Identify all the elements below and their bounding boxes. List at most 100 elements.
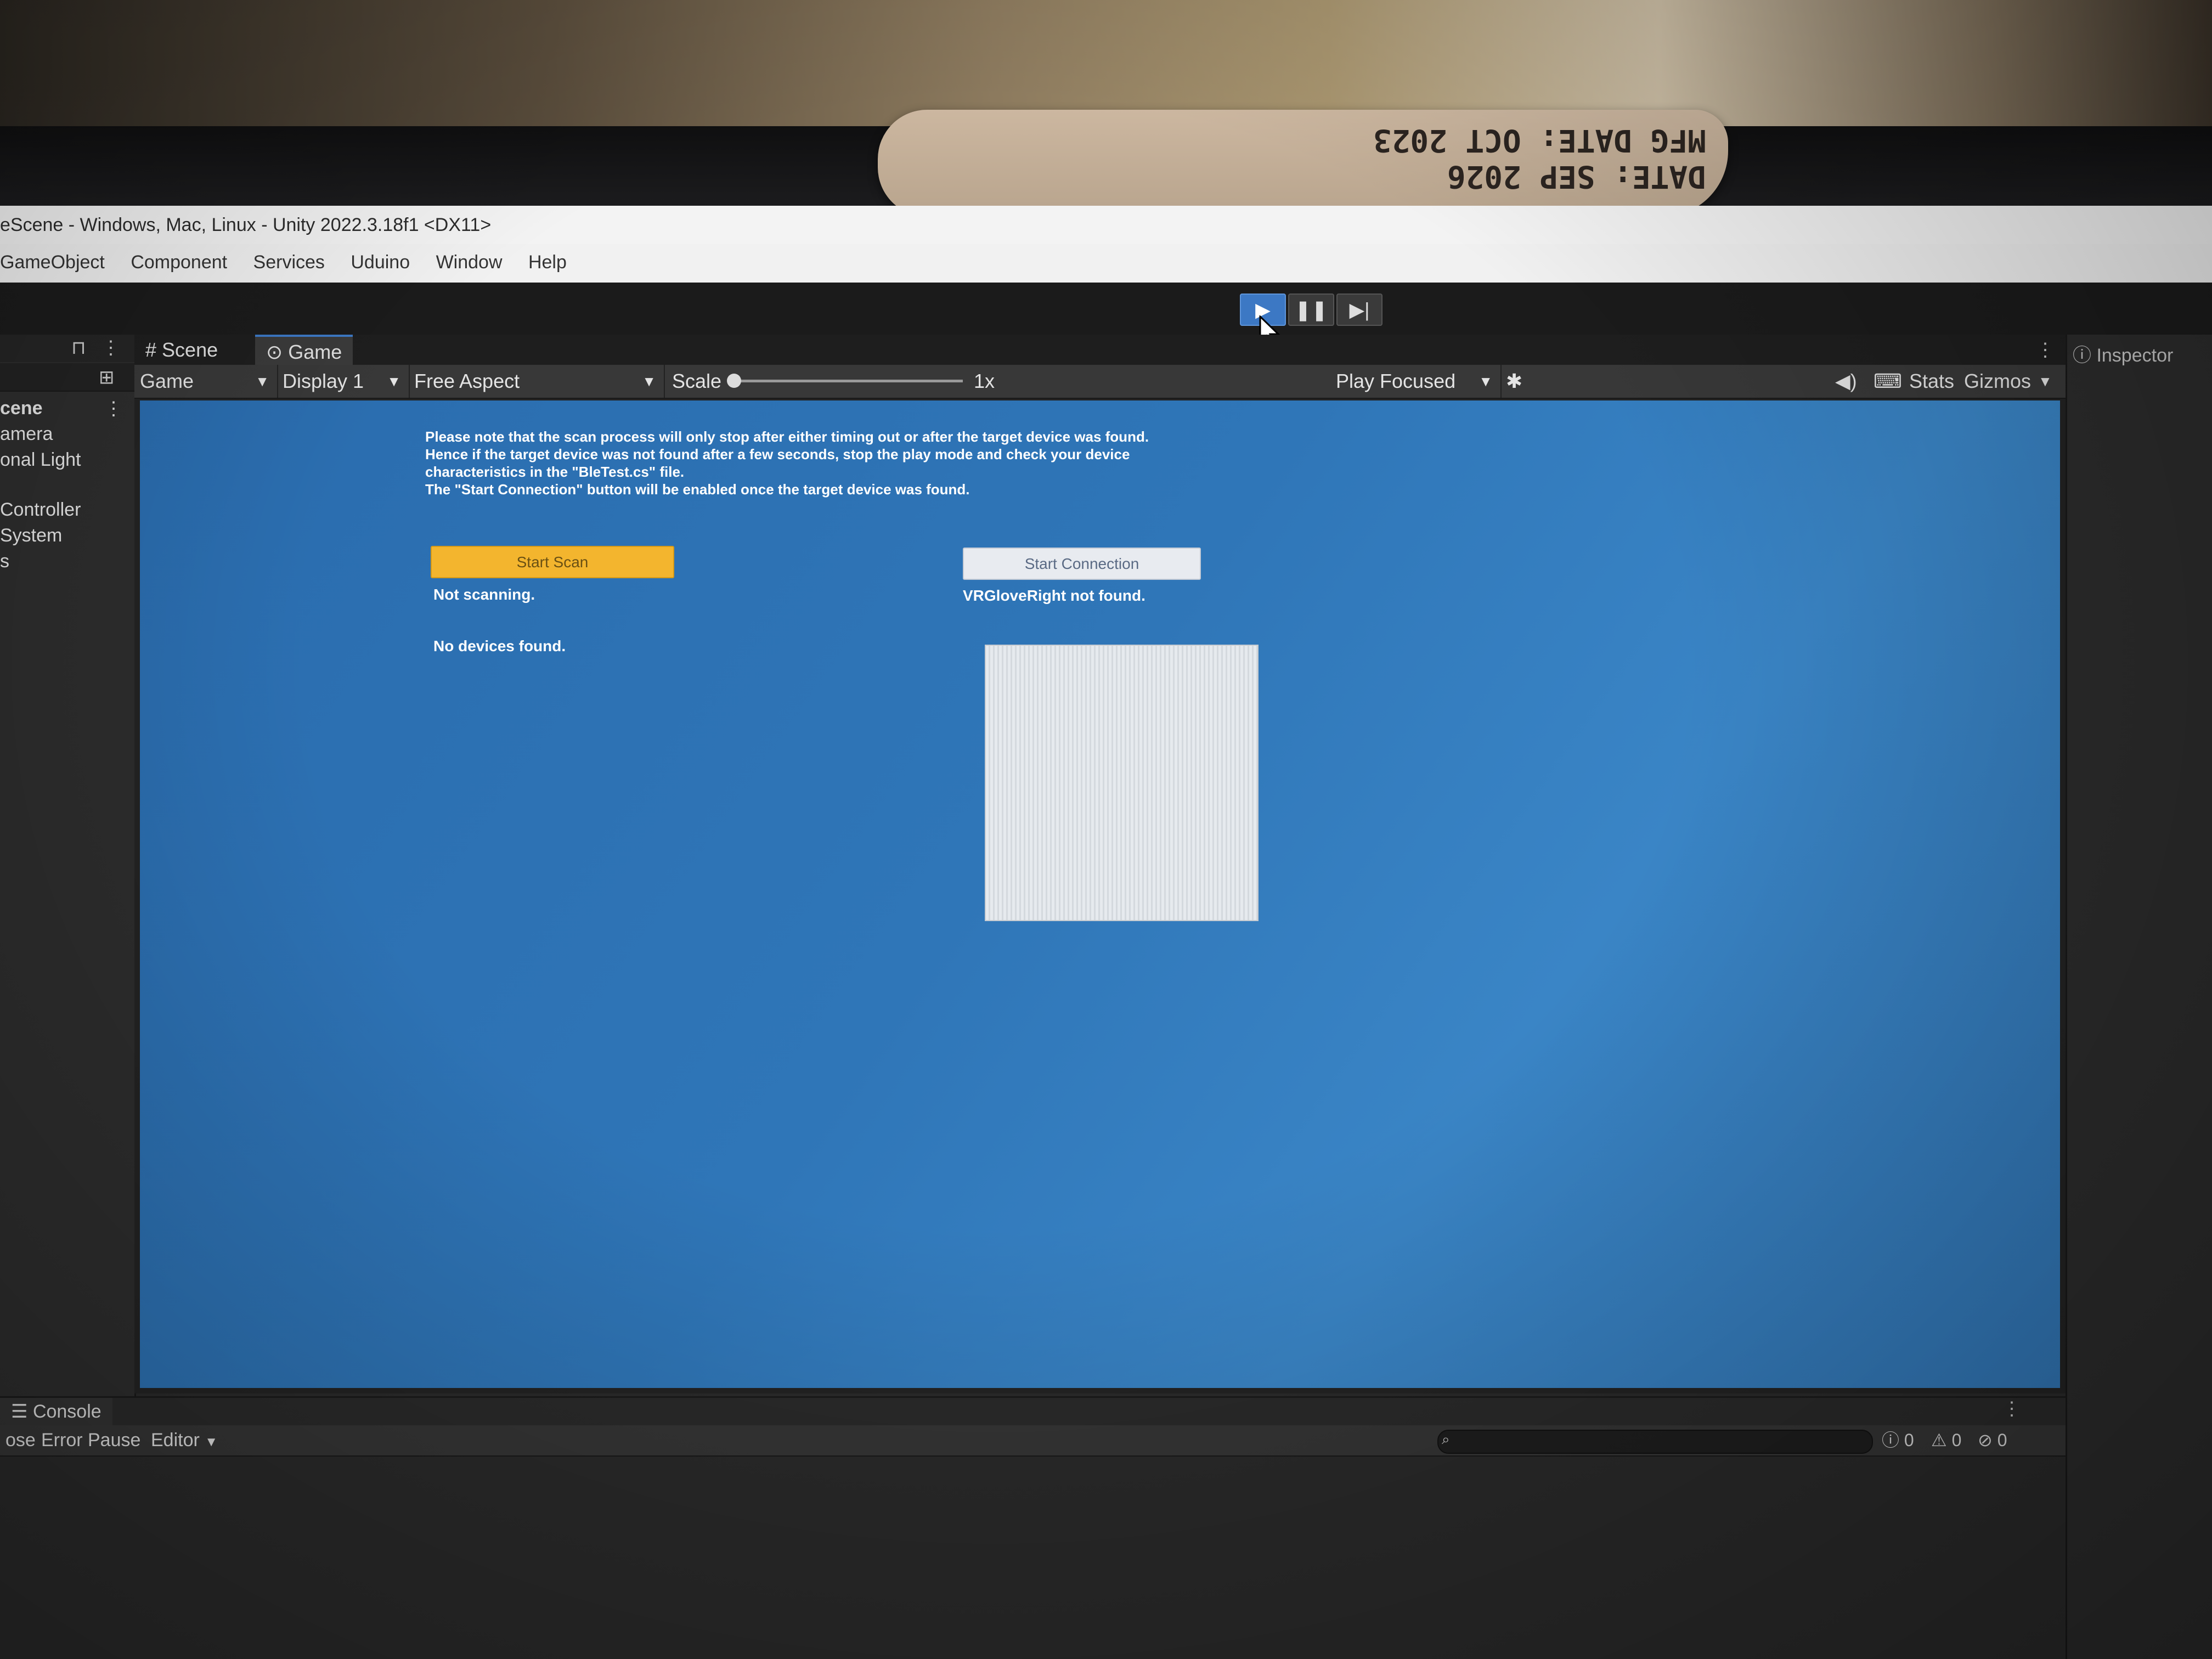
warning-count-value: 0 (1951, 1430, 1962, 1450)
bug-icon[interactable]: ✱ (1506, 365, 1522, 398)
play-mode-label: Play Focused (1336, 370, 1456, 392)
mute-audio-icon[interactable]: ◀) (1835, 365, 1857, 398)
more-options-icon[interactable]: ⋮ (2002, 1398, 2021, 1420)
menu-component[interactable]: Component (131, 244, 227, 280)
game-view-panel: # Scene ⊙ Game ⋮ Game ▼ Display 1 ▼ Free… (134, 335, 2066, 1393)
step-icon: ▶| (1349, 298, 1370, 321)
aspect-dropdown[interactable]: Free Aspect ▼ (409, 365, 665, 398)
scan-status: Not scanning. (433, 586, 535, 603)
tab-scene[interactable]: # Scene (134, 335, 229, 365)
tab-game[interactable]: ⊙ Game (255, 335, 353, 367)
create-icon[interactable]: ⊞ (99, 366, 115, 388)
tab-console[interactable]: ☰ Console (0, 1398, 112, 1425)
hierarchy-search[interactable]: ⊞ (0, 363, 134, 392)
keyboard-icon[interactable]: ⌨ (1874, 365, 1902, 398)
view-tabs: # Scene ⊙ Game ⋮ (134, 335, 2066, 367)
aspect-label: Free Aspect (414, 370, 520, 392)
menu-bar: GameObject Component Services Uduino Win… (0, 244, 2212, 283)
texture-preview (985, 645, 1259, 921)
display-label: Display 1 (283, 370, 364, 392)
clear-button[interactable]: ose (0, 1425, 41, 1455)
notice-line: Please note that the scan process will o… (425, 428, 1149, 445)
webcam-tape: DATE: SEP 2026 MFG DATE: OCT 2023 (878, 110, 1728, 217)
more-options-icon[interactable]: ⋮ (101, 337, 120, 359)
warning-count[interactable]: ⚠ 0 (1931, 1425, 1961, 1455)
chevron-down-icon[interactable]: ▼ (2038, 365, 2052, 398)
scene-icon: # (145, 338, 157, 361)
menu-window[interactable]: Window (436, 244, 503, 280)
hierarchy-item-light[interactable]: onal Light (0, 449, 81, 471)
step-button[interactable]: ▶| (1336, 294, 1383, 326)
menu-help[interactable]: Help (528, 244, 567, 280)
pause-icon: ❚❚ (1294, 298, 1328, 321)
scene-menu-icon[interactable]: ⋮ (104, 398, 123, 420)
play-mode-dropdown[interactable]: Play Focused ▼ (1330, 365, 1502, 398)
scale-value: 1x (974, 370, 995, 392)
view-type-dropdown[interactable]: Game ▼ (134, 365, 278, 398)
error-count-value: 0 (1997, 1430, 2007, 1450)
hierarchy-item-scene[interactable]: cene (0, 398, 43, 419)
pause-button[interactable]: ❚❚ (1288, 294, 1334, 326)
hierarchy-item-controller[interactable]: Controller (0, 499, 81, 521)
scale-slider-track[interactable] (732, 380, 963, 382)
hierarchy-panel: ⊓ ⋮ ⊞ cene ⋮ amera onal Light Controller… (0, 335, 136, 1396)
menu-gameobject[interactable]: GameObject (0, 244, 105, 280)
stats-button[interactable]: Stats (1909, 365, 1954, 398)
hierarchy-item-camera[interactable]: amera (0, 424, 53, 445)
info-icon: ⓘ (1882, 1430, 1900, 1450)
log-count-value: 0 (1904, 1430, 1914, 1450)
notice-line: characteristics in the "BleTest.cs" file… (425, 464, 685, 480)
hierarchy-item-s[interactable]: s (0, 551, 9, 572)
gizmos-button[interactable]: Gizmos (1964, 365, 2031, 398)
error-count[interactable]: ⊘ 0 (1978, 1425, 2007, 1455)
start-scan-button[interactable]: Start Scan (431, 546, 674, 578)
tape-label: DATE: SEP 2026 MFG DATE: OCT 2023 (1373, 122, 1706, 194)
menu-services[interactable]: Services (253, 244, 325, 280)
more-options-icon[interactable]: ⋮ (2036, 339, 2055, 361)
chevron-down-icon: ▼ (255, 373, 269, 390)
tab-game-label: Game (288, 341, 342, 363)
main-toolbar: ▶ ❚❚ ▶| (0, 283, 2212, 347)
error-icon: ⊘ (1978, 1430, 1993, 1450)
console-search-input[interactable]: ⌕ (1437, 1430, 1873, 1454)
notice-line: The "Start Connection" button will be en… (425, 481, 970, 498)
console-panel: ☰ Console ose Error Pause Editor ▼ ⌕ ⓘ 0… (0, 1396, 2066, 1659)
notice-line: Hence if the target device was not found… (425, 446, 1130, 462)
lock-icon[interactable]: ⊓ (71, 337, 86, 359)
editor-dropdown[interactable]: Editor ▼ (145, 1425, 223, 1455)
log-count[interactable]: ⓘ 0 (1882, 1425, 1914, 1455)
start-connection-button[interactable]: Start Connection (963, 548, 1201, 580)
tab-inspector[interactable]: ⓘ Inspector (2073, 340, 2173, 367)
device-status: VRGloveRight not found. (963, 587, 1146, 604)
error-pause-button[interactable]: Error Pause (36, 1425, 146, 1455)
tape-label-line-2: DATE: SEP 2026 (1447, 159, 1706, 194)
scale-label: Scale (672, 370, 722, 392)
inspector-label: Inspector (2096, 345, 2174, 366)
chevron-down-icon: ▼ (205, 1435, 218, 1449)
scan-notice: Please note that the scan process will o… (425, 428, 1303, 498)
hierarchy-item-system[interactable]: System (0, 525, 62, 546)
inspector-panel: ⓘ Inspector (2066, 335, 2212, 1659)
window-title-bar: eScene - Windows, Mac, Linux - Unity 202… (0, 206, 2212, 244)
info-icon: ⓘ (2073, 345, 2091, 366)
chevron-down-icon: ▼ (387, 373, 401, 390)
display-dropdown[interactable]: Display 1 ▼ (277, 365, 410, 398)
search-icon: ⌕ (1442, 1431, 1450, 1447)
window-title: eScene - Windows, Mac, Linux - Unity 202… (0, 215, 492, 235)
chevron-down-icon: ▼ (1479, 373, 1493, 390)
tab-scene-label: Scene (162, 338, 218, 361)
hierarchy-header: ⊓ ⋮ (0, 335, 134, 362)
chevron-down-icon: ▼ (642, 373, 656, 390)
game-canvas: Please note that the scan process will o… (140, 400, 2060, 1388)
game-toolbar: Game ▼ Display 1 ▼ Free Aspect ▼ Scale 1… (134, 365, 2066, 399)
monitor-screen: eScene - Windows, Mac, Linux - Unity 202… (0, 206, 2212, 1659)
devices-status: No devices found. (433, 637, 566, 654)
tape-label-line-1: MFG DATE: OCT 2023 (1373, 122, 1706, 158)
editor-label: Editor (151, 1430, 200, 1451)
console-icon: ☰ (11, 1401, 28, 1422)
menu-uduino[interactable]: Uduino (351, 244, 410, 280)
scale-slider-handle[interactable] (727, 374, 741, 388)
warning-icon: ⚠ (1931, 1430, 1947, 1450)
view-type-label: Game (140, 370, 194, 392)
console-toolbar: ose Error Pause Editor ▼ ⌕ ⓘ 0 ⚠ 0 ⊘ 0 ⋮ (0, 1398, 2066, 1457)
